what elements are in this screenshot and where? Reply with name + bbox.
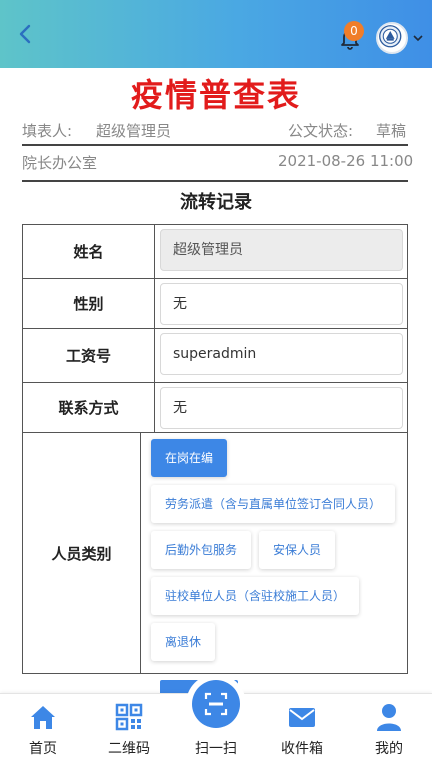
category-label: 人员类别 <box>23 433 141 673</box>
form-row-category: 人员类别 在岗在编 劳务派遣（含与直属单位签订合同人员） 后勤外包服务 安保人员 … <box>23 433 407 673</box>
nav-label: 二维码 <box>108 741 150 757</box>
nav-item-qr[interactable]: 二维码 <box>86 694 172 768</box>
form-row-contact: 联系方式 无 <box>23 383 407 433</box>
gender-field[interactable]: 无 <box>160 283 403 325</box>
divider <box>22 144 408 146</box>
category-option[interactable]: 劳务派遣（含与直属单位签订合同人员） <box>150 485 395 523</box>
staff-id-field[interactable]: superadmin <box>160 333 403 375</box>
nav-label: 收件箱 <box>281 741 323 757</box>
section-title: 流转记录 <box>180 192 252 213</box>
name-label: 姓名 <box>23 225 155 278</box>
mail-icon <box>289 708 315 727</box>
scan-button[interactable] <box>192 680 240 728</box>
user-icon <box>377 704 401 731</box>
staff-id-label: 工资号 <box>23 329 155 382</box>
chevron-down-icon[interactable] <box>412 32 424 44</box>
document-datetime: 2021-08-26 11:00 <box>278 152 414 170</box>
form-row-gender: 性别 无 <box>23 279 407 329</box>
chevron-left-icon[interactable] <box>12 20 40 48</box>
nav-item-inbox[interactable]: 收件箱 <box>259 694 345 768</box>
contact-label: 联系方式 <box>23 383 155 432</box>
contact-field[interactable]: 无 <box>160 387 403 429</box>
notification-badge: 0 <box>344 21 364 41</box>
status-value: 草稿 <box>376 122 407 140</box>
divider <box>22 180 408 182</box>
nav-label: 我的 <box>375 741 403 757</box>
form-row-name: 姓名 超级管理员 <box>23 225 407 279</box>
nav-label: 首页 <box>29 741 57 757</box>
category-option[interactable]: 在岗在编 <box>150 439 227 477</box>
gender-label: 性别 <box>23 279 155 328</box>
category-option[interactable]: 离退休 <box>150 623 215 661</box>
nav-item-profile[interactable]: 我的 <box>346 694 432 768</box>
emblem-avatar-icon <box>379 25 402 48</box>
category-option[interactable]: 驻校单位人员（含驻校施工人员） <box>150 577 359 615</box>
user-avatar[interactable] <box>376 22 408 54</box>
qr-code-icon <box>115 703 143 731</box>
nav-label: 扫一扫 <box>195 741 237 757</box>
filler-label: 填表人: <box>22 122 73 140</box>
scan-icon <box>204 692 228 716</box>
status-label: 公文状态: <box>288 122 354 140</box>
nav-item-home[interactable]: 首页 <box>0 694 86 768</box>
form-row-staff-id: 工资号 superadmin <box>23 329 407 383</box>
category-option[interactable]: 后勤外包服务 <box>150 531 251 569</box>
category-options: 在岗在编 劳务派遣（含与直属单位签订合同人员） 后勤外包服务 安保人员 驻校单位人… <box>141 433 407 673</box>
app-header: 0 <box>0 0 432 68</box>
home-icon <box>31 706 55 729</box>
document-title: 疫情普查表 <box>130 76 301 114</box>
department: 院长办公室 <box>22 154 98 172</box>
name-field: 超级管理员 <box>160 229 403 271</box>
form-table: 姓名 超级管理员 性别 无 工资号 superadmin 联系方式 无 人员类别… <box>22 224 408 674</box>
category-option[interactable]: 安保人员 <box>259 531 336 569</box>
filler-name: 超级管理员 <box>96 122 172 140</box>
